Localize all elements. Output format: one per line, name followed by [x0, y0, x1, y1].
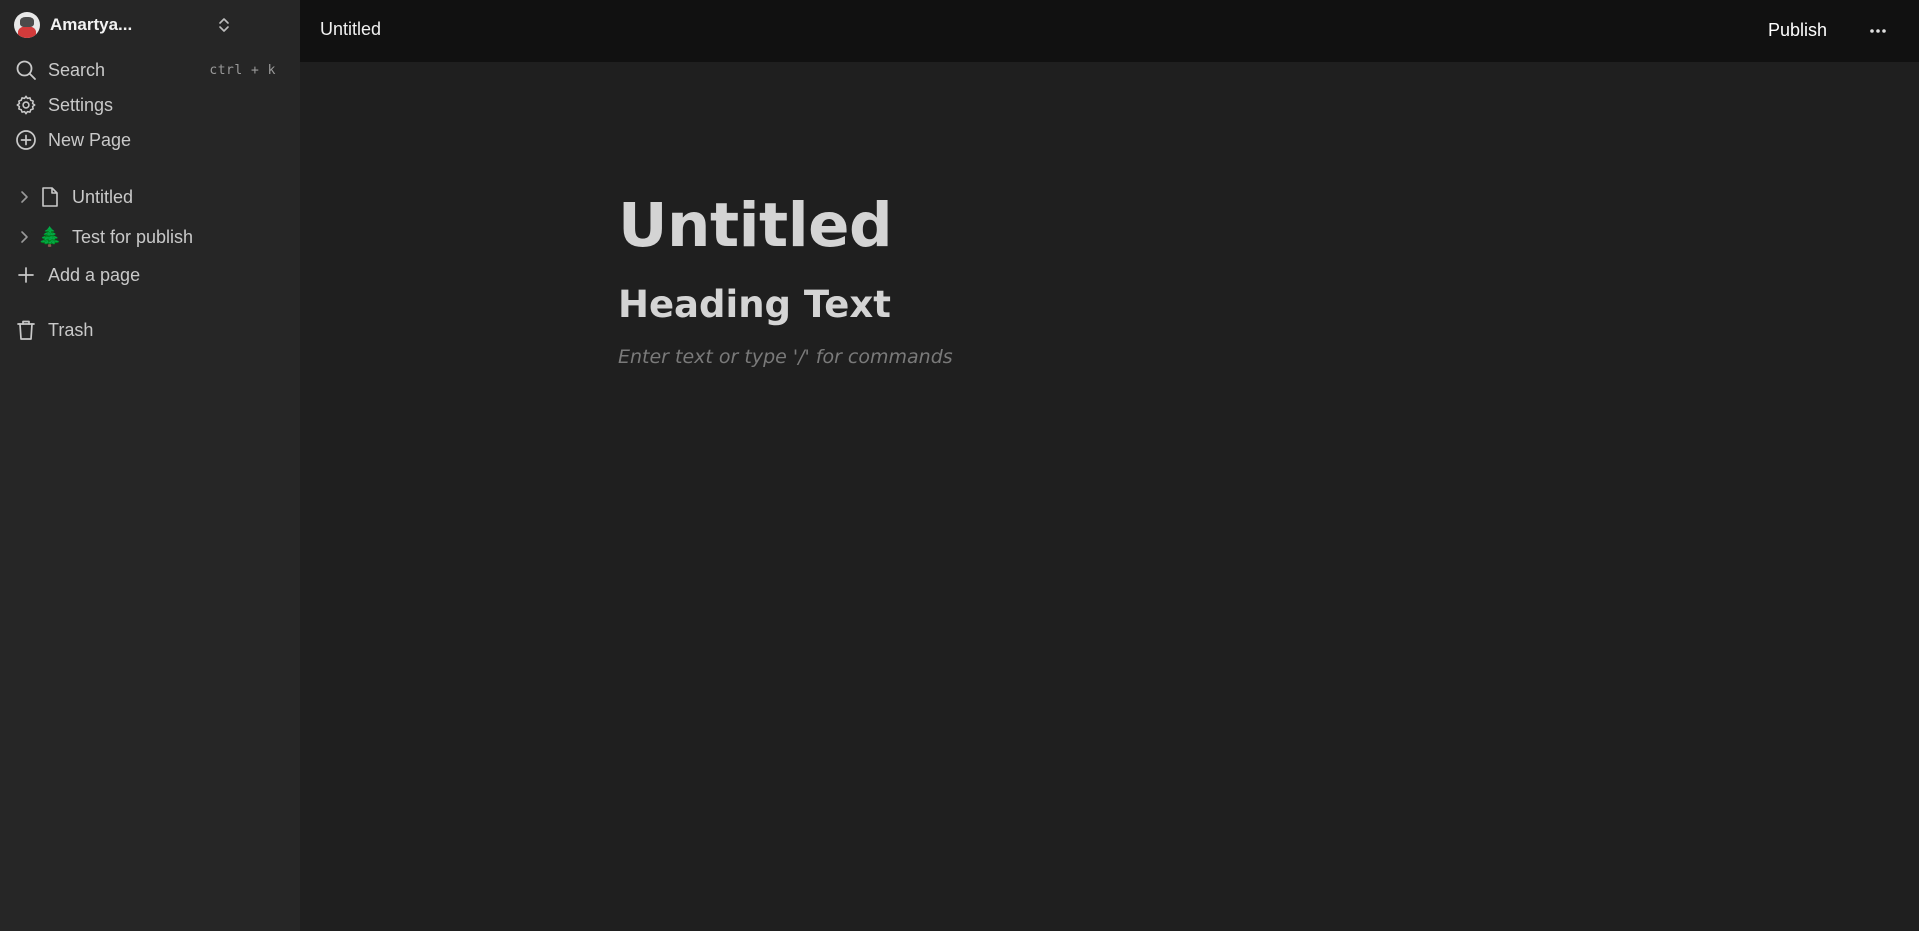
settings-label: Settings	[48, 94, 114, 115]
trash-icon	[14, 318, 38, 342]
sidebar-page-label: Untitled	[72, 186, 134, 207]
search-button[interactable]: Search ctrl + k	[14, 55, 286, 85]
ellipsis-icon	[1869, 21, 1887, 39]
new-page-label: New Page	[48, 129, 132, 150]
gear-icon	[14, 93, 38, 117]
search-label: Search	[48, 59, 106, 80]
publish-button[interactable]: Publish	[1756, 14, 1839, 46]
new-page-button[interactable]: New Page	[14, 125, 286, 155]
workspace-name: Amartya...	[50, 15, 133, 34]
chevron-right-icon[interactable]	[14, 227, 34, 247]
add-page-label: Add a page	[48, 264, 141, 285]
sidebar-page-test-for-publish[interactable]: 🌲 Test for publish	[14, 221, 286, 253]
add-page-button[interactable]: Add a page	[14, 260, 286, 290]
trash-button[interactable]: Trash	[14, 315, 286, 345]
chevron-right-icon[interactable]	[14, 187, 34, 207]
avatar	[14, 12, 40, 38]
more-options-button[interactable]	[1862, 14, 1894, 46]
plus-icon	[14, 263, 38, 287]
page-title[interactable]: Untitled	[618, 186, 893, 266]
text-block-placeholder[interactable]: Enter text or type '/' for commands	[618, 342, 953, 372]
trash-label: Trash	[48, 319, 94, 340]
chevron-up-down-icon[interactable]	[213, 14, 235, 36]
heading-block[interactable]: Heading Text	[618, 280, 891, 330]
breadcrumb[interactable]: Untitled	[320, 19, 381, 40]
sidebar-page-label: Test for publish	[72, 226, 194, 247]
tree-emoji-icon: 🌲	[38, 227, 62, 248]
plus-circle-icon	[14, 128, 38, 152]
page-icon	[38, 185, 62, 209]
sidebar: Amartya... Search ctrl + k Settings New …	[0, 0, 300, 931]
topbar: Untitled Publish	[300, 0, 1919, 62]
search-icon	[14, 58, 38, 82]
app-root: Amartya... Search ctrl + k Settings New …	[0, 0, 1919, 931]
workspace-switcher[interactable]: Amartya...	[14, 11, 286, 39]
search-shortcut: ctrl + k	[209, 62, 276, 78]
main-area: Untitled Publish Untitled Heading Text E…	[300, 0, 1919, 931]
sidebar-page-untitled[interactable]: Untitled	[14, 181, 286, 213]
settings-button[interactable]: Settings	[14, 90, 286, 120]
